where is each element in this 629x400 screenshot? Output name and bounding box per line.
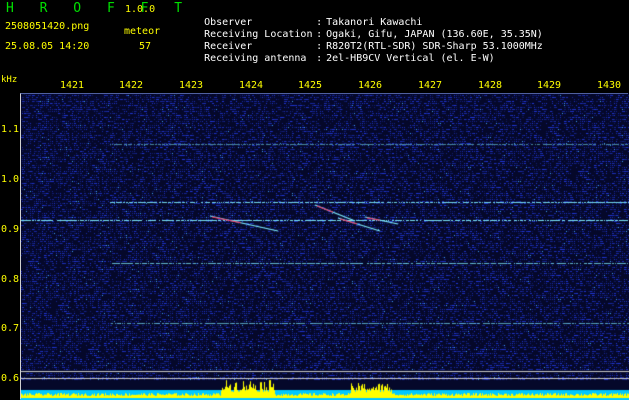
y-tick-label: 0.8 <box>1 274 20 285</box>
x-tick-label: 1425 <box>298 80 323 91</box>
x-tick-label: 1421 <box>60 80 85 91</box>
filename: 2508051420.png <box>5 21 90 32</box>
x-tick-label: 1426 <box>358 80 383 91</box>
y-unit-label: kHz <box>1 75 18 85</box>
x-tick-label: 1427 <box>418 80 443 91</box>
y-tick-label: 1.1 <box>1 124 20 135</box>
y-tick-label: 0.6 <box>1 373 20 384</box>
info-value: 2el-HB9CV Vertical (el. E-W) <box>326 53 495 64</box>
detection-count: 57 <box>139 41 152 52</box>
datetime: 25.08.05 14:20 <box>5 41 90 52</box>
x-tick-label: 1424 <box>239 80 264 91</box>
x-tick-label: 1429 <box>537 80 562 91</box>
x-tick-label: 1423 <box>179 80 204 91</box>
x-tick-label: 1428 <box>478 80 503 91</box>
y-tick-label: 0.7 <box>1 323 20 334</box>
app-version: 1.0.0 <box>125 4 156 15</box>
plot-border <box>20 93 628 399</box>
mode-label: meteor <box>124 26 161 37</box>
x-tick-label: 1430 <box>597 80 622 91</box>
info-label: Receiving antenna <box>204 53 307 64</box>
hrofft-window: H R O F F T 1.0.0 2508051420.png meteor … <box>0 0 629 400</box>
app-title: H R O F F T <box>6 1 192 16</box>
x-tick-label: 1422 <box>119 80 144 91</box>
info-row-antenna: Receiving antenna:2el-HB9CV Vertical (el… <box>204 53 495 64</box>
y-tick-label: 1.0 <box>1 174 20 185</box>
y-tick-label: 0.9 <box>1 224 20 235</box>
